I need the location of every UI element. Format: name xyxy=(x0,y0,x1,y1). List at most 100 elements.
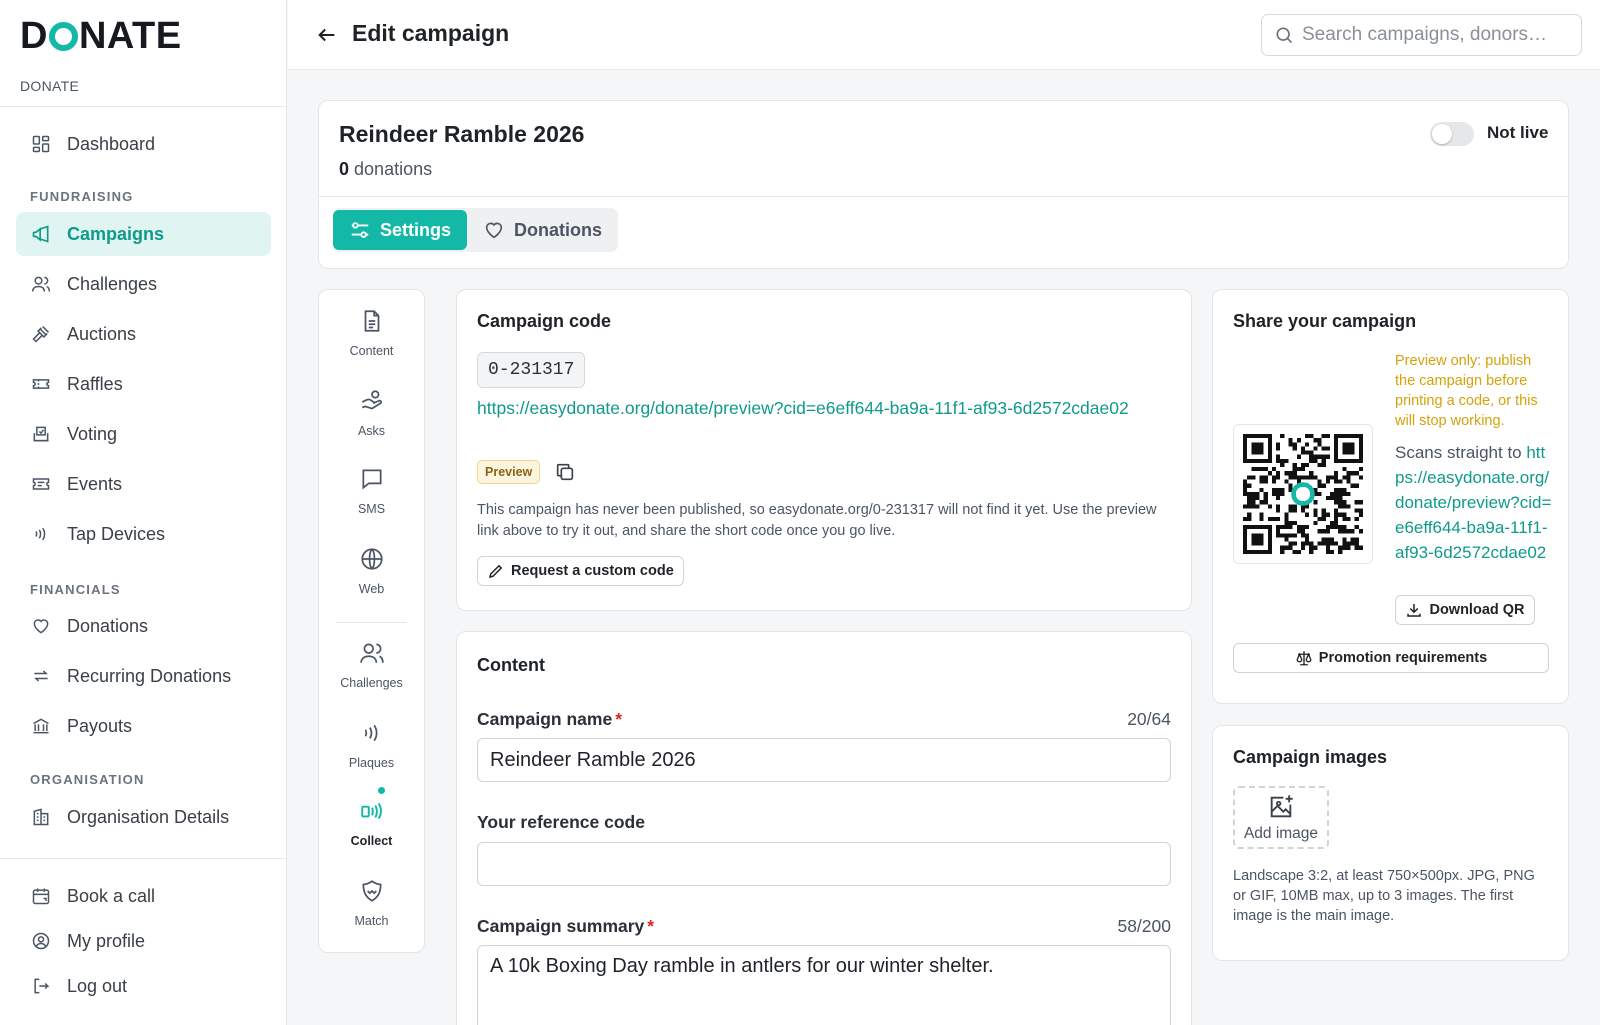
donation-count-number: 0 xyxy=(339,159,350,179)
qr-module xyxy=(1342,525,1347,530)
image-plus-icon xyxy=(1267,793,1295,821)
rail-item-match[interactable]: Match xyxy=(319,878,424,928)
sidebar-item-label: Raffles xyxy=(67,373,123,394)
sidebar-item-book-call[interactable]: Book a call xyxy=(16,874,271,918)
tab-donations[interactable]: Donations xyxy=(467,210,618,250)
pencil-icon xyxy=(487,562,505,580)
campaign-name-label: Campaign name * xyxy=(477,709,622,730)
live-toggle[interactable] xyxy=(1430,122,1474,146)
qr-module xyxy=(1292,549,1297,554)
qr-module xyxy=(1300,545,1306,550)
qr-module xyxy=(1325,545,1330,550)
qr-module xyxy=(1334,500,1339,505)
sidebar-item-tap-devices[interactable]: Tap Devices xyxy=(16,512,271,556)
sidebar-item-my-profile[interactable]: My profile xyxy=(16,919,271,963)
header-divider xyxy=(319,196,1568,197)
qr-module xyxy=(1300,508,1306,513)
qr-module xyxy=(1305,541,1310,546)
qr-module xyxy=(1313,520,1318,526)
sidebar-item-label: Campaigns xyxy=(67,223,165,244)
qr-module xyxy=(1338,487,1343,492)
sidebar-item-raffles[interactable]: Raffles xyxy=(16,362,271,406)
qr-module xyxy=(1259,516,1264,521)
sidebar-item-voting[interactable]: Voting xyxy=(16,412,271,456)
qr-module xyxy=(1305,450,1310,455)
sidebar-item-events[interactable]: Events xyxy=(16,462,271,506)
qr-module xyxy=(1251,491,1256,497)
sidebar-item-organisation-details[interactable]: Organisation Details xyxy=(16,795,271,839)
search-input[interactable] xyxy=(1302,24,1572,46)
qr-module xyxy=(1325,512,1330,517)
rail-item-sms[interactable]: SMS xyxy=(319,466,424,516)
qr-module xyxy=(1325,454,1330,459)
logo[interactable]: D NATE xyxy=(20,15,286,57)
qr-module xyxy=(1276,475,1281,480)
sidebar-item-auctions[interactable]: Auctions xyxy=(16,312,271,356)
qr-module xyxy=(1271,487,1277,492)
qr-module xyxy=(1350,541,1355,546)
search-icon xyxy=(1274,25,1294,45)
qr-module xyxy=(1276,533,1281,538)
qr-module xyxy=(1338,549,1343,554)
qr-module xyxy=(1263,479,1268,484)
qr-module xyxy=(1276,442,1281,447)
qr-module xyxy=(1292,533,1297,538)
reference-code-input[interactable] xyxy=(477,842,1171,886)
back-arrow-icon[interactable] xyxy=(316,24,338,46)
qr-module xyxy=(1313,545,1318,550)
qr-module xyxy=(1251,504,1256,509)
qr-module xyxy=(1243,504,1248,509)
sidebar-item-recurring-donations[interactable]: Recurring Donations xyxy=(16,654,271,698)
qr-code-graphic xyxy=(1243,434,1363,554)
rail-item-challenges[interactable]: Challenges xyxy=(319,640,424,690)
sidebar-item-dashboard[interactable]: Dashboard xyxy=(16,122,271,166)
sidebar-item-label: Recurring Donations xyxy=(67,665,232,686)
qr-module xyxy=(1329,491,1335,497)
sidebar-item-challenges[interactable]: Challenges xyxy=(16,262,271,306)
qr-module xyxy=(1346,479,1351,484)
promotion-requirements-button[interactable]: Promotion requirements xyxy=(1233,643,1549,673)
qr-module xyxy=(1292,471,1297,476)
qr-module xyxy=(1292,541,1297,546)
qr-module xyxy=(1247,483,1252,488)
add-image-button[interactable]: Add image xyxy=(1233,786,1329,849)
sidebar-item-label: My profile xyxy=(67,930,146,951)
qr-module xyxy=(1329,520,1335,526)
copy-icon[interactable] xyxy=(554,461,576,483)
preview-link[interactable]: https://easydonate.org/donate/preview?ci… xyxy=(477,396,1167,421)
qr-module xyxy=(1358,467,1363,472)
qr-module xyxy=(1354,537,1359,542)
scans-prefix: Scans straight to xyxy=(1395,443,1527,462)
rail-item-asks[interactable]: Asks xyxy=(319,388,424,438)
sidebar-item-payouts[interactable]: Payouts xyxy=(16,704,271,748)
qr-module xyxy=(1325,496,1330,501)
qr-module xyxy=(1288,442,1293,447)
campaign-name-input[interactable] xyxy=(477,738,1171,782)
qr-module xyxy=(1309,549,1314,554)
qr-module xyxy=(1276,487,1281,492)
sidebar-item-log-out[interactable]: Log out xyxy=(16,964,271,1008)
qr-module xyxy=(1284,516,1289,521)
rail-item-web[interactable]: Web xyxy=(319,546,424,596)
sidebar-item-label: Challenges xyxy=(67,273,158,294)
qr-module xyxy=(1280,458,1285,463)
rail-item-content[interactable]: Content xyxy=(319,308,424,358)
qr-module xyxy=(1300,467,1306,472)
request-custom-code-button[interactable]: Request a custom code xyxy=(477,556,684,586)
qr-module xyxy=(1354,541,1359,546)
heart-icon xyxy=(483,219,505,241)
qr-module xyxy=(1350,483,1355,488)
sidebar-item-campaigns[interactable]: Campaigns xyxy=(16,212,271,256)
rail-item-collect[interactable]: Collect xyxy=(319,798,424,848)
qr-module xyxy=(1296,467,1301,472)
qr-module xyxy=(1342,541,1347,546)
qr-module xyxy=(1354,508,1359,513)
campaign-summary-textarea[interactable]: A 10k Boxing Day ramble in antlers for o… xyxy=(477,945,1171,1025)
rail-item-plaques[interactable]: Plaques xyxy=(319,720,424,770)
section-organisation: ORGANISATION xyxy=(30,772,145,787)
sidebar-item-donations[interactable]: Donations xyxy=(16,604,271,648)
tab-settings[interactable]: Settings xyxy=(333,210,468,250)
share-campaign-card: Share your campaign Preview only: publis… xyxy=(1212,289,1569,704)
download-qr-button[interactable]: Download QR xyxy=(1395,595,1535,625)
qr-module xyxy=(1342,537,1347,542)
